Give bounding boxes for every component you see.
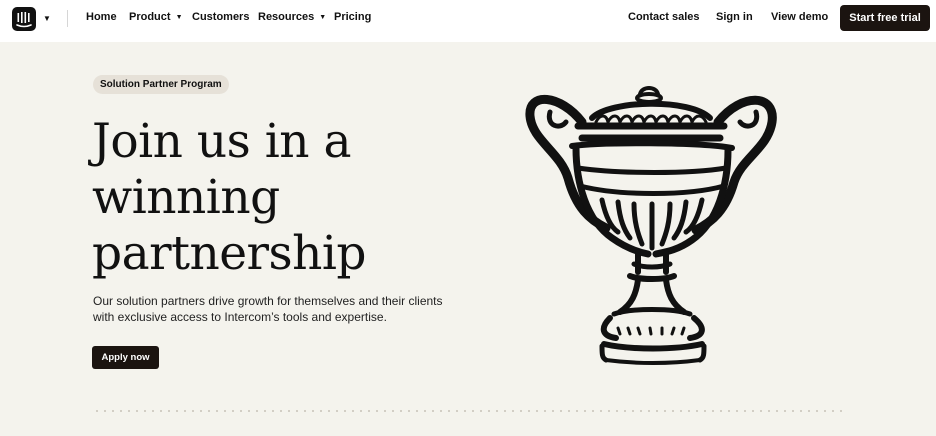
nav-view-demo-label: View demo: [771, 11, 829, 23]
nav-product-label: Product: [129, 11, 171, 23]
intercom-logo-icon[interactable]: [12, 7, 36, 31]
hero-description: Our solution partners drive growth for t…: [93, 293, 483, 325]
start-free-trial-button[interactable]: Start free trial: [840, 5, 930, 31]
nav-divider: [67, 10, 68, 27]
hero-description-line-1: Our solution partners drive growth for t…: [93, 294, 443, 308]
nav-home-label: Home: [86, 11, 117, 23]
nav-resources-menu[interactable]: Resources ▼: [258, 11, 326, 23]
apply-now-button[interactable]: Apply now: [92, 346, 159, 369]
nav-resources-label: Resources: [258, 11, 315, 23]
nav-pricing-link[interactable]: Pricing: [334, 11, 371, 23]
chevron-down-icon: ▼: [175, 14, 183, 21]
hero-description-line-2: with exclusive access to Intercom’s tool…: [93, 310, 387, 324]
nav-view-demo-link[interactable]: View demo: [771, 11, 828, 23]
nav-contact-sales-label: Contact sales: [628, 11, 700, 23]
headline-line-3: partnership: [92, 226, 367, 281]
nav-pricing-label: Pricing: [334, 11, 372, 23]
nav-customers-label: Customers: [192, 11, 250, 23]
trophy-icon: [525, 86, 777, 365]
chevron-down-icon: ▼: [319, 14, 327, 21]
nav-sign-in-link[interactable]: Sign in: [716, 11, 753, 23]
top-nav: ▼ Home Product ▼ Customers Resources ▼ Pri…: [0, 0, 936, 42]
dotted-divider: [93, 410, 845, 412]
program-badge: Solution Partner Program: [93, 75, 229, 94]
nav-product-menu[interactable]: Product ▼: [129, 11, 183, 23]
nav-sign-in-label: Sign in: [716, 11, 753, 23]
headline-line-1: Join us in a: [92, 114, 351, 169]
page-title: Join us in a winning partnership: [92, 114, 422, 282]
headline-line-2: winning: [92, 170, 280, 225]
logo-menu-chevron-down-icon[interactable]: ▼: [43, 15, 51, 23]
nav-contact-sales-link[interactable]: Contact sales: [628, 11, 700, 23]
nav-customers-link[interactable]: Customers: [192, 11, 249, 23]
nav-home-link[interactable]: Home: [86, 11, 117, 23]
